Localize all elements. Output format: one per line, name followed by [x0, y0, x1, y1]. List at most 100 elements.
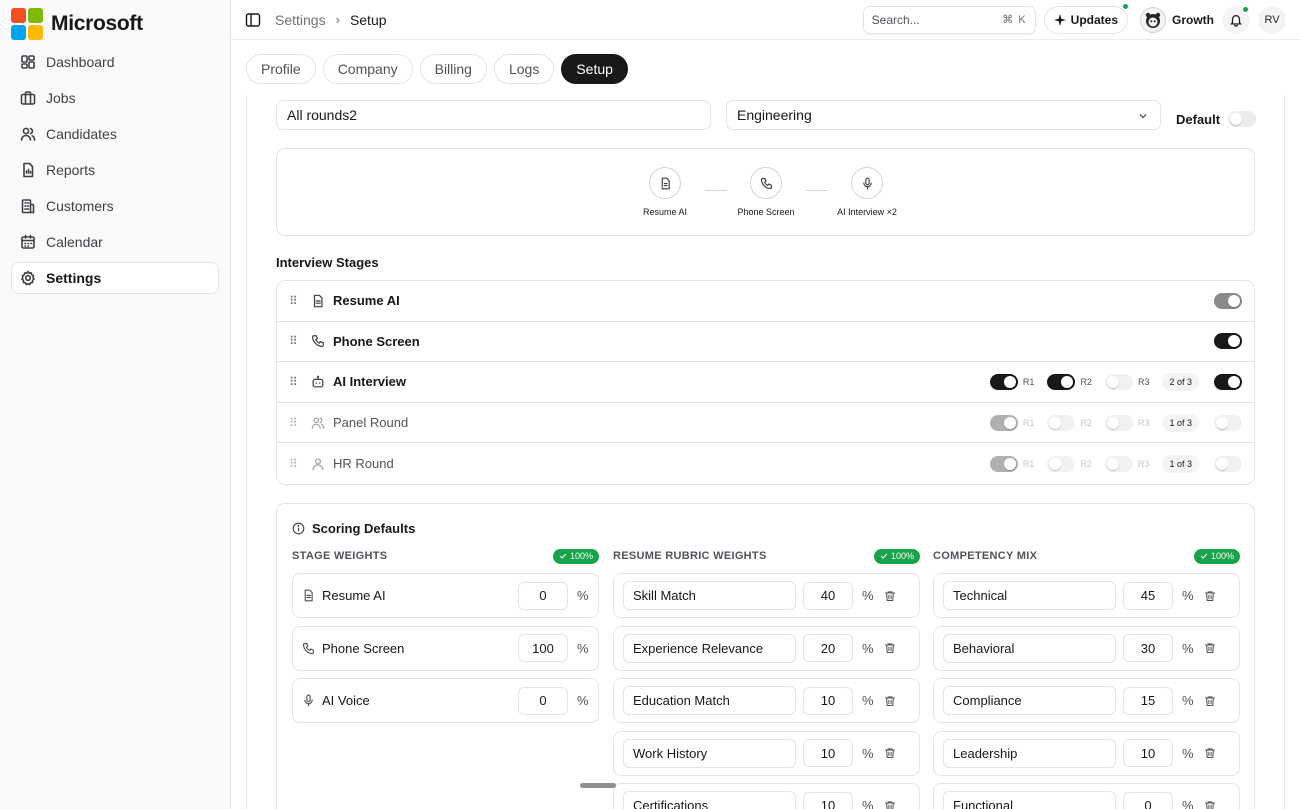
round-toggle-r3[interactable] — [1104, 414, 1133, 431]
weight-name-input[interactable]: Work History — [623, 738, 796, 768]
weight-label: Phone Screen — [322, 640, 405, 656]
interview-stages-list: ⠿ Resume AI ⠿ Phone Screen ⠿ AI Intervie… — [276, 280, 1255, 485]
sidebar-item-jobs[interactable]: Jobs — [11, 82, 219, 114]
round-toggle-r3[interactable] — [1104, 455, 1133, 472]
trash-icon[interactable] — [884, 695, 896, 707]
sidebar-item-dashboard[interactable]: Dashboard — [11, 46, 219, 78]
sidebar-item-label: Calendar — [46, 234, 103, 250]
column-title: RESUME RUBRIC WEIGHTS — [613, 550, 767, 562]
search-input[interactable]: Search... ⌘ K — [862, 5, 1036, 34]
brand-logo[interactable]: Microsoft — [11, 8, 219, 40]
trash-icon[interactable] — [884, 747, 896, 759]
weight-input[interactable]: 10 — [803, 739, 853, 767]
round-toggle-r1[interactable] — [989, 373, 1018, 390]
sidebar-item-reports[interactable]: Reports — [11, 154, 219, 186]
drag-handle-icon[interactable]: ⠿ — [289, 417, 301, 429]
trash-icon[interactable] — [1204, 695, 1216, 707]
breadcrumb-chevron-icon: › — [335, 12, 340, 27]
flow-step-ai-interview: AI Interview ×2 — [817, 167, 917, 217]
notifications-button[interactable] — [1222, 5, 1250, 34]
sidebar-item-settings[interactable]: Settings — [11, 262, 219, 294]
weight-name-input[interactable]: Experience Relevance — [623, 633, 796, 663]
trash-icon[interactable] — [884, 800, 896, 809]
document-icon — [313, 294, 323, 308]
department-select[interactable]: Engineering — [726, 100, 1161, 130]
calendar-icon — [21, 234, 35, 249]
weight-name-input[interactable]: Leadership — [943, 738, 1116, 768]
pipeline-name-input[interactable]: All rounds2 — [276, 100, 711, 130]
trash-icon[interactable] — [1204, 590, 1216, 602]
notification-status-dot — [1242, 5, 1249, 13]
stage-toggle[interactable] — [1214, 333, 1242, 350]
updates-button[interactable]: Updates — [1043, 2, 1129, 34]
report-icon — [23, 162, 34, 178]
weight-row: Functional 0 % — [933, 783, 1240, 809]
weight-input[interactable]: 100 — [518, 634, 568, 662]
sidebar-item-customers[interactable]: Customers — [11, 190, 219, 222]
tab-billing[interactable]: Billing — [419, 54, 487, 84]
round-toggle-r2[interactable] — [1047, 414, 1076, 431]
trash-icon[interactable] — [884, 642, 896, 654]
weight-input[interactable]: 0 — [1123, 791, 1173, 809]
weight-input[interactable]: 30 — [1123, 634, 1173, 662]
stage-label: HR Round — [333, 456, 394, 472]
trash-icon[interactable] — [1204, 800, 1216, 809]
drag-handle-icon[interactable]: ⠿ — [289, 376, 301, 388]
stage-toggle[interactable] — [1214, 455, 1242, 472]
round-toggles: R1 R2 R3 1 of 3 — [989, 454, 1199, 473]
sidebar-item-calendar[interactable]: Calendar — [11, 226, 219, 258]
sidebar-item-label: Dashboard — [46, 54, 115, 70]
brand-name: Microsoft — [51, 12, 143, 35]
round-toggle-r2[interactable] — [1047, 455, 1076, 472]
stage-toggle[interactable] — [1214, 373, 1242, 390]
check-icon — [1200, 553, 1208, 559]
weight-input[interactable]: 40 — [803, 581, 853, 610]
tab-logs[interactable]: Logs — [493, 54, 555, 84]
sidebar-item-candidates[interactable]: Candidates — [11, 118, 219, 150]
plan-label: Growth — [1172, 12, 1214, 27]
trash-icon[interactable] — [1204, 642, 1216, 654]
weight-input[interactable]: 45 — [1123, 581, 1173, 610]
weight-name-input[interactable]: Compliance — [943, 686, 1116, 715]
tab-setup[interactable]: Setup — [561, 54, 628, 84]
weight-input[interactable]: 0 — [518, 686, 568, 715]
user-avatar[interactable]: RV — [1258, 5, 1286, 34]
setup-content: All rounds2 Engineering Default Resume A… — [246, 95, 1285, 809]
trash-icon[interactable] — [884, 590, 896, 602]
drag-handle-icon[interactable]: ⠿ — [289, 458, 301, 470]
weight-name-input[interactable]: Education Match — [623, 686, 796, 715]
weight-input[interactable]: 0 — [518, 581, 568, 610]
weight-name-input[interactable]: Behavioral — [943, 633, 1116, 663]
plan-switcher[interactable]: Growth — [1136, 6, 1214, 33]
drag-handle-icon[interactable]: ⠿ — [289, 335, 301, 347]
round-label: R3 — [1137, 417, 1150, 428]
scroll-indicator[interactable] — [580, 783, 616, 788]
round-toggle-r1[interactable] — [989, 414, 1018, 431]
trash-icon[interactable] — [1204, 747, 1216, 759]
total-badge: 100% — [552, 548, 599, 564]
sidebar-toggle-icon[interactable] — [245, 12, 261, 28]
weight-input[interactable]: 10 — [1123, 739, 1173, 767]
tab-company[interactable]: Company — [322, 54, 413, 84]
stage-label: Resume AI — [333, 293, 400, 309]
weight-name-input[interactable]: Functional — [943, 791, 1116, 809]
tab-profile[interactable]: Profile — [246, 54, 316, 84]
weight-name-input[interactable]: Technical — [943, 581, 1116, 610]
drag-handle-icon[interactable]: ⠿ — [289, 295, 301, 307]
weight-name-input[interactable]: Certifications — [623, 791, 796, 809]
weight-name-input[interactable]: Skill Match — [623, 581, 796, 610]
round-toggle-r2[interactable] — [1047, 373, 1076, 390]
round-toggle-r1[interactable] — [989, 455, 1018, 472]
flow-label: Resume AI — [642, 207, 688, 217]
stage-toggle[interactable] — [1214, 414, 1242, 431]
weight-input[interactable]: 20 — [803, 634, 853, 662]
weight-input[interactable]: 10 — [803, 686, 853, 715]
default-toggle[interactable] — [1228, 111, 1257, 127]
round-label: R3 — [1137, 458, 1150, 469]
weight-input[interactable]: 15 — [1123, 686, 1173, 715]
column-header: COMPETENCY MIX 100% — [933, 548, 1240, 564]
weight-input[interactable]: 10 — [803, 791, 853, 809]
stage-toggle[interactable] — [1214, 292, 1242, 309]
round-toggle-r3[interactable] — [1104, 373, 1133, 390]
breadcrumb-settings[interactable]: Settings — [275, 12, 326, 28]
